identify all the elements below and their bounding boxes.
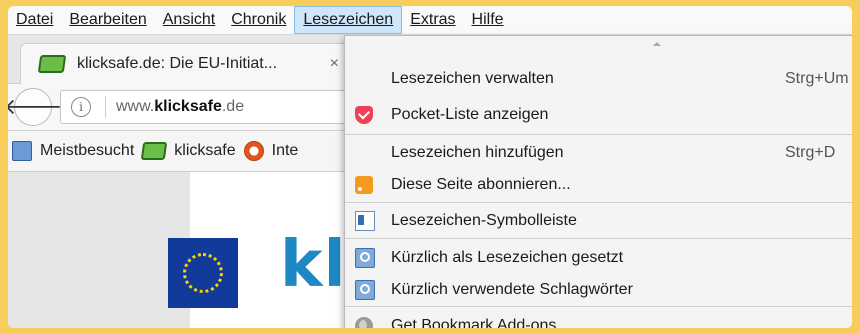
back-arrow-icon: 🡐 [8,94,63,119]
scroll-up-arrow-icon[interactable] [653,42,661,46]
menu-chronik[interactable]: Chronik [223,6,294,34]
bookmarks-toolbar-icon [355,211,375,231]
smart-folder-icon [355,280,375,300]
menu-item-label: Diese Seite abonnieren... [391,176,571,193]
bookmark-label: Inte [271,142,299,159]
site-info-icon[interactable]: i [71,97,91,117]
globe-icon [355,317,373,328]
menu-divider [345,202,852,203]
menu-label: Extras [410,11,456,28]
menu-item-label: Pocket-Liste anzeigen [391,106,549,123]
menu-divider [345,134,852,135]
eu-flag-icon [168,238,238,308]
menu-item-label: Get Bookmark Add-ons [391,317,557,328]
url-bar[interactable]: i www. klicksafe .de [60,90,362,124]
menu-item-shortcut: Strg+Um [785,70,849,87]
tab-title: klicksafe.de: Die EU-Initiat... [77,55,278,72]
klicksafe-favicon-icon [37,55,67,73]
menu-divider [345,238,852,239]
page-side-strip [8,172,190,328]
back-button[interactable]: 🡐 [8,88,63,126]
bookmark-label: Meistbesucht [40,142,135,159]
menu-label: Hilfe [471,11,504,28]
menu-item-add-bookmark[interactable]: Lesezeichen hinzufügen Strg+D [345,138,852,168]
menu-item-shortcut: Strg+D [785,144,836,161]
bookmark-meistbesucht[interactable]: Meistbesucht [12,141,134,161]
url-prefix: www. [116,98,155,115]
menu-item-label: Kürzlich verwendete Schlagwörter [391,281,633,298]
menu-label: Lesezeichen [303,11,394,28]
menu-divider [345,306,852,307]
menu-item-recent-tags[interactable]: Kürzlich verwendete Schlagwörter [345,275,852,305]
menu-lesezeichen[interactable]: Lesezeichen [294,6,403,34]
menu-item-get-bookmark-addons[interactable]: Get Bookmark Add-ons [345,311,852,328]
url-domain: klicksafe [154,98,222,115]
menu-item-label: Lesezeichen hinzufügen [391,144,564,161]
menu-bearbeiten[interactable]: Bearbeiten [61,6,154,34]
url-suffix: .de [221,98,245,115]
eu-stars-ring [183,253,223,293]
bookmark-label: klicksafe [174,142,236,159]
lifebuoy-icon [243,141,264,161]
bookmarks-menu: Lesezeichen verwalten Strg+Um Pocket-Lis… [344,35,852,328]
menu-hilfe[interactable]: Hilfe [464,6,512,34]
menu-ansicht[interactable]: Ansicht [155,6,223,34]
menu-bar: Datei Bearbeiten Ansicht Chronik Lesezei… [8,6,852,35]
menu-label: Chronik [231,11,287,28]
rss-icon [355,176,373,194]
tab-klicksafe[interactable]: klicksafe.de: Die EU-Initiat... × [20,43,352,84]
browser-window: Datei Bearbeiten Ansicht Chronik Lesezei… [8,6,852,328]
menu-item-pocket-list[interactable]: Pocket-Liste anzeigen [345,100,852,130]
menu-item-recently-bookmarked[interactable]: Kürzlich als Lesezeichen gesetzt [345,243,852,273]
menu-item-label: Kürzlich als Lesezeichen gesetzt [391,249,624,266]
menu-item-label: Lesezeichen verwalten [391,70,554,87]
menu-extras[interactable]: Extras [402,6,463,34]
smart-folder-icon [12,141,32,161]
menu-item-subscribe-page[interactable]: Diese Seite abonnieren... [345,170,852,200]
close-tab-icon[interactable]: × [330,55,339,73]
menu-item-manage-bookmarks[interactable]: Lesezeichen verwalten Strg+Um [345,64,852,94]
menu-item-label: Lesezeichen-Symbolleiste [391,212,577,229]
menu-label: Bearbeiten [69,11,147,28]
menu-datei[interactable]: Datei [8,6,61,34]
pocket-icon [355,106,373,124]
smart-folder-icon [355,248,375,268]
bookmark-klicksafe[interactable]: klicksafe [141,142,236,160]
menu-label: Ansicht [162,11,216,28]
url-separator [105,96,106,118]
bookmark-inte[interactable]: Inte [243,141,299,161]
klicksafe-favicon-icon [141,142,168,160]
menu-label: Datei [16,11,54,28]
menu-item-bookmarks-toolbar[interactable]: Lesezeichen-Symbolleiste [345,206,852,236]
